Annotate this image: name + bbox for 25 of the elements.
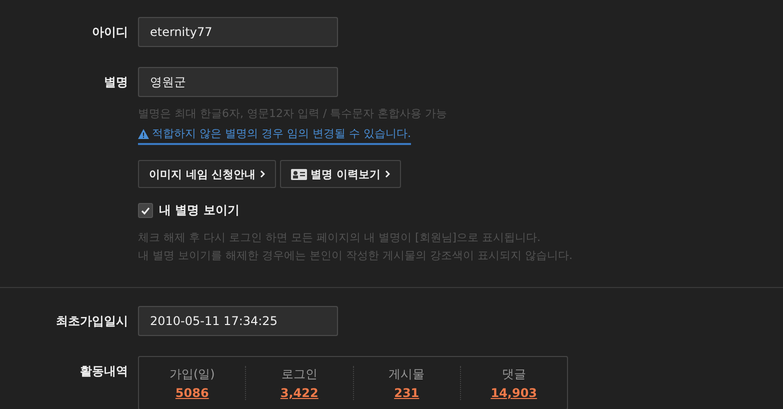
field-label: 아이디: [91, 24, 129, 41]
checkbox-label: 내 별명 보이기: [159, 202, 240, 219]
chevron-icon: [260, 170, 265, 178]
stat-value[interactable]: 14,903: [490, 386, 538, 400]
warning-link[interactable]: 적합하지 않은 별명의 경우 임의 변경될 수 있습니다.: [138, 126, 411, 145]
field-label: 별명: [103, 74, 129, 91]
stat-label: 로그인: [281, 366, 318, 383]
stat-value[interactable]: 5086: [175, 386, 209, 400]
checkbox[interactable]: [138, 203, 153, 218]
stat-value[interactable]: 231: [394, 386, 420, 400]
field-label: 최초가입일시: [55, 313, 129, 330]
nav-button[interactable]: 이미지 네임 신청안내: [138, 160, 276, 188]
stat-value[interactable]: 3,422: [280, 386, 318, 400]
id-field[interactable]: eternity77: [138, 17, 338, 47]
id-card-icon: [290, 168, 307, 180]
stat-label: 가입(일): [169, 366, 215, 383]
nav-button[interactable]: 별명 이력보기: [280, 160, 401, 188]
warning-icon: [138, 128, 149, 138]
stat-label: 댓글: [502, 366, 526, 383]
join-date-field[interactable]: 2010-05-11 17:34:25: [138, 306, 338, 336]
field-label: 활동내역: [79, 363, 129, 380]
check-icon: [141, 206, 150, 214]
nickname-field[interactable]: 영원군: [138, 67, 338, 97]
stat-label: 게시물: [388, 366, 425, 383]
chevron-icon: [384, 170, 390, 178]
